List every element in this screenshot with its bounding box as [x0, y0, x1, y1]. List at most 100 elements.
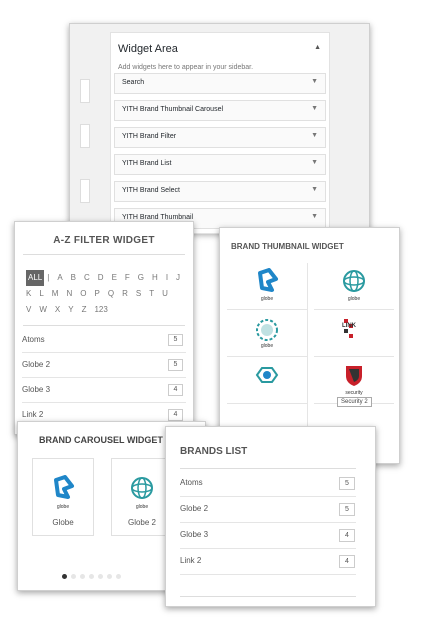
brand-thumbnail[interactable]: globe: [227, 263, 307, 310]
letter-link[interactable]: Q: [108, 286, 114, 302]
letter-link-all[interactable]: ALL: [26, 270, 45, 286]
letter-link[interactable]: K: [26, 286, 31, 302]
expand-caret-icon[interactable]: ▼: [311, 78, 318, 85]
logo-text: security: [345, 390, 363, 396]
pagination-dot[interactable]: [107, 574, 112, 579]
widget-title: BRANDS LIST: [180, 446, 248, 457]
brand-thumbnail[interactable]: [227, 357, 307, 404]
list-item[interactable]: Globe 3 4: [180, 523, 356, 549]
list-item[interactable]: Atoms 5: [22, 328, 186, 353]
tooltip: Security 2: [337, 397, 372, 407]
letter-link[interactable]: Y: [68, 302, 73, 318]
letter-link[interactable]: C: [84, 270, 90, 286]
pagination-dot[interactable]: [89, 574, 94, 579]
expand-caret-icon[interactable]: ▼: [311, 132, 318, 139]
letter-link[interactable]: D: [98, 270, 104, 286]
letter-link[interactable]: G: [138, 270, 144, 286]
carousel-slide[interactable]: globe Globe 2: [111, 458, 173, 536]
brand-name[interactable]: Globe 3: [180, 530, 208, 539]
pagination-dot[interactable]: [98, 574, 103, 579]
globe-2-logo-icon: [343, 270, 365, 292]
globe-logo-icon: [258, 268, 278, 292]
carousel-slide[interactable]: globe Globe: [32, 458, 94, 536]
letter-link[interactable]: R: [122, 286, 128, 302]
pagination-dot[interactable]: [62, 574, 67, 579]
brand-count: 5: [339, 477, 355, 490]
brands-list-widget: BRANDS LIST Atoms 5 Globe 2 5 Globe 3 4 Lin…: [165, 426, 376, 607]
widget-column-handle: [80, 79, 90, 103]
brand-thumbnail[interactable]: globe: [227, 310, 307, 357]
letter-link[interactable]: U: [162, 286, 168, 302]
pagination-dot[interactable]: [116, 574, 121, 579]
brand-name[interactable]: Link 2: [180, 556, 201, 565]
widget-row-thumbnail-carousel[interactable]: YITH Brand Thumbnail Carousel ▼: [114, 100, 326, 121]
letter-link[interactable]: A: [57, 270, 62, 286]
logo-text: globe: [347, 296, 361, 302]
slide-label: Globe 2: [127, 518, 157, 527]
letter-link[interactable]: O: [80, 286, 86, 302]
brand-name[interactable]: Globe 2: [180, 504, 208, 513]
letter-link[interactable]: X: [55, 302, 60, 318]
letter-link[interactable]: E: [112, 270, 117, 286]
brand-thumbnail[interactable]: LINK: [314, 310, 394, 357]
list-item[interactable]: Atoms 5: [180, 471, 356, 497]
letter-link[interactable]: Z: [82, 302, 87, 318]
brand-name[interactable]: Link 2: [22, 410, 43, 419]
expand-caret-icon[interactable]: ▼: [311, 159, 318, 166]
widget-row-label: Search: [122, 79, 145, 86]
list-item[interactable]: Globe 2 5: [22, 353, 186, 378]
widget-row-brand-select[interactable]: YITH Brand Select ▼: [114, 181, 326, 202]
expand-caret-icon[interactable]: ▼: [311, 213, 318, 220]
letter-link[interactable]: I: [166, 270, 168, 286]
widget-area-description: Add widgets here to appear in your sideb…: [118, 64, 254, 71]
letter-link[interactable]: N: [66, 286, 72, 302]
list-item[interactable]: Link 2 4: [180, 549, 356, 575]
letter-link[interactable]: L: [39, 286, 43, 302]
widget-row-brand-list[interactable]: YITH Brand List ▼: [114, 154, 326, 175]
brand-count: 5: [168, 359, 183, 371]
letter-link[interactable]: P: [94, 286, 99, 302]
widget-row-brand-filter[interactable]: YITH Brand Filter ▼: [114, 127, 326, 148]
list-item[interactable]: Globe 2 5: [180, 497, 356, 523]
carousel-pagination: [62, 566, 125, 584]
expand-caret-icon[interactable]: ▼: [311, 186, 318, 193]
logo-text: globe: [260, 296, 274, 302]
brand-count: 4: [168, 409, 183, 421]
widget-row-search[interactable]: Search ▼: [114, 73, 326, 94]
brand-count: 4: [168, 384, 183, 396]
letter-link[interactable]: H: [152, 270, 158, 286]
divider: [180, 468, 356, 469]
brand-name[interactable]: Globe 3: [22, 385, 50, 394]
pagination-dot[interactable]: [71, 574, 76, 579]
letter-link[interactable]: B: [71, 270, 76, 286]
brand-count: 5: [168, 334, 183, 346]
brand-count: 4: [339, 555, 355, 568]
widget-row-label: YITH Brand Thumbnail Carousel: [122, 106, 224, 113]
pagination-dot[interactable]: [80, 574, 85, 579]
widget-row-label: YITH Brand Filter: [122, 133, 177, 140]
list-item[interactable]: Globe 3 4: [22, 378, 186, 403]
letter-link[interactable]: 123: [94, 302, 107, 318]
brand-count: 5: [339, 503, 355, 516]
collapse-caret-icon[interactable]: ▲: [314, 44, 321, 51]
letter-link[interactable]: F: [125, 270, 130, 286]
widget-area-box: Widget Area ▲ Add widgets here to appear…: [110, 32, 330, 234]
letter-link[interactable]: S: [136, 286, 141, 302]
security-logo-icon: [346, 366, 362, 386]
brand-count: 4: [339, 529, 355, 542]
brand-name[interactable]: Atoms: [180, 478, 203, 487]
widget-area-title[interactable]: Widget Area: [118, 43, 178, 55]
letter-link[interactable]: M: [52, 286, 59, 302]
brand-name[interactable]: Atoms: [22, 335, 45, 344]
logo-text: globe: [56, 504, 70, 510]
brand-name[interactable]: Globe 2: [22, 360, 50, 369]
letter-link[interactable]: J: [176, 270, 180, 286]
widget-title: BRAND CAROUSEL WIDGET: [39, 435, 163, 445]
widget-column-handle: [80, 124, 90, 148]
brand-thumbnail[interactable]: globe: [314, 263, 394, 310]
expand-caret-icon[interactable]: ▼: [311, 105, 318, 112]
letter-link[interactable]: W: [39, 302, 47, 318]
letter-link[interactable]: V: [26, 302, 31, 318]
widget-area-panel: Widget Area ▲ Add widgets here to appear…: [69, 23, 370, 234]
letter-link[interactable]: T: [149, 286, 154, 302]
